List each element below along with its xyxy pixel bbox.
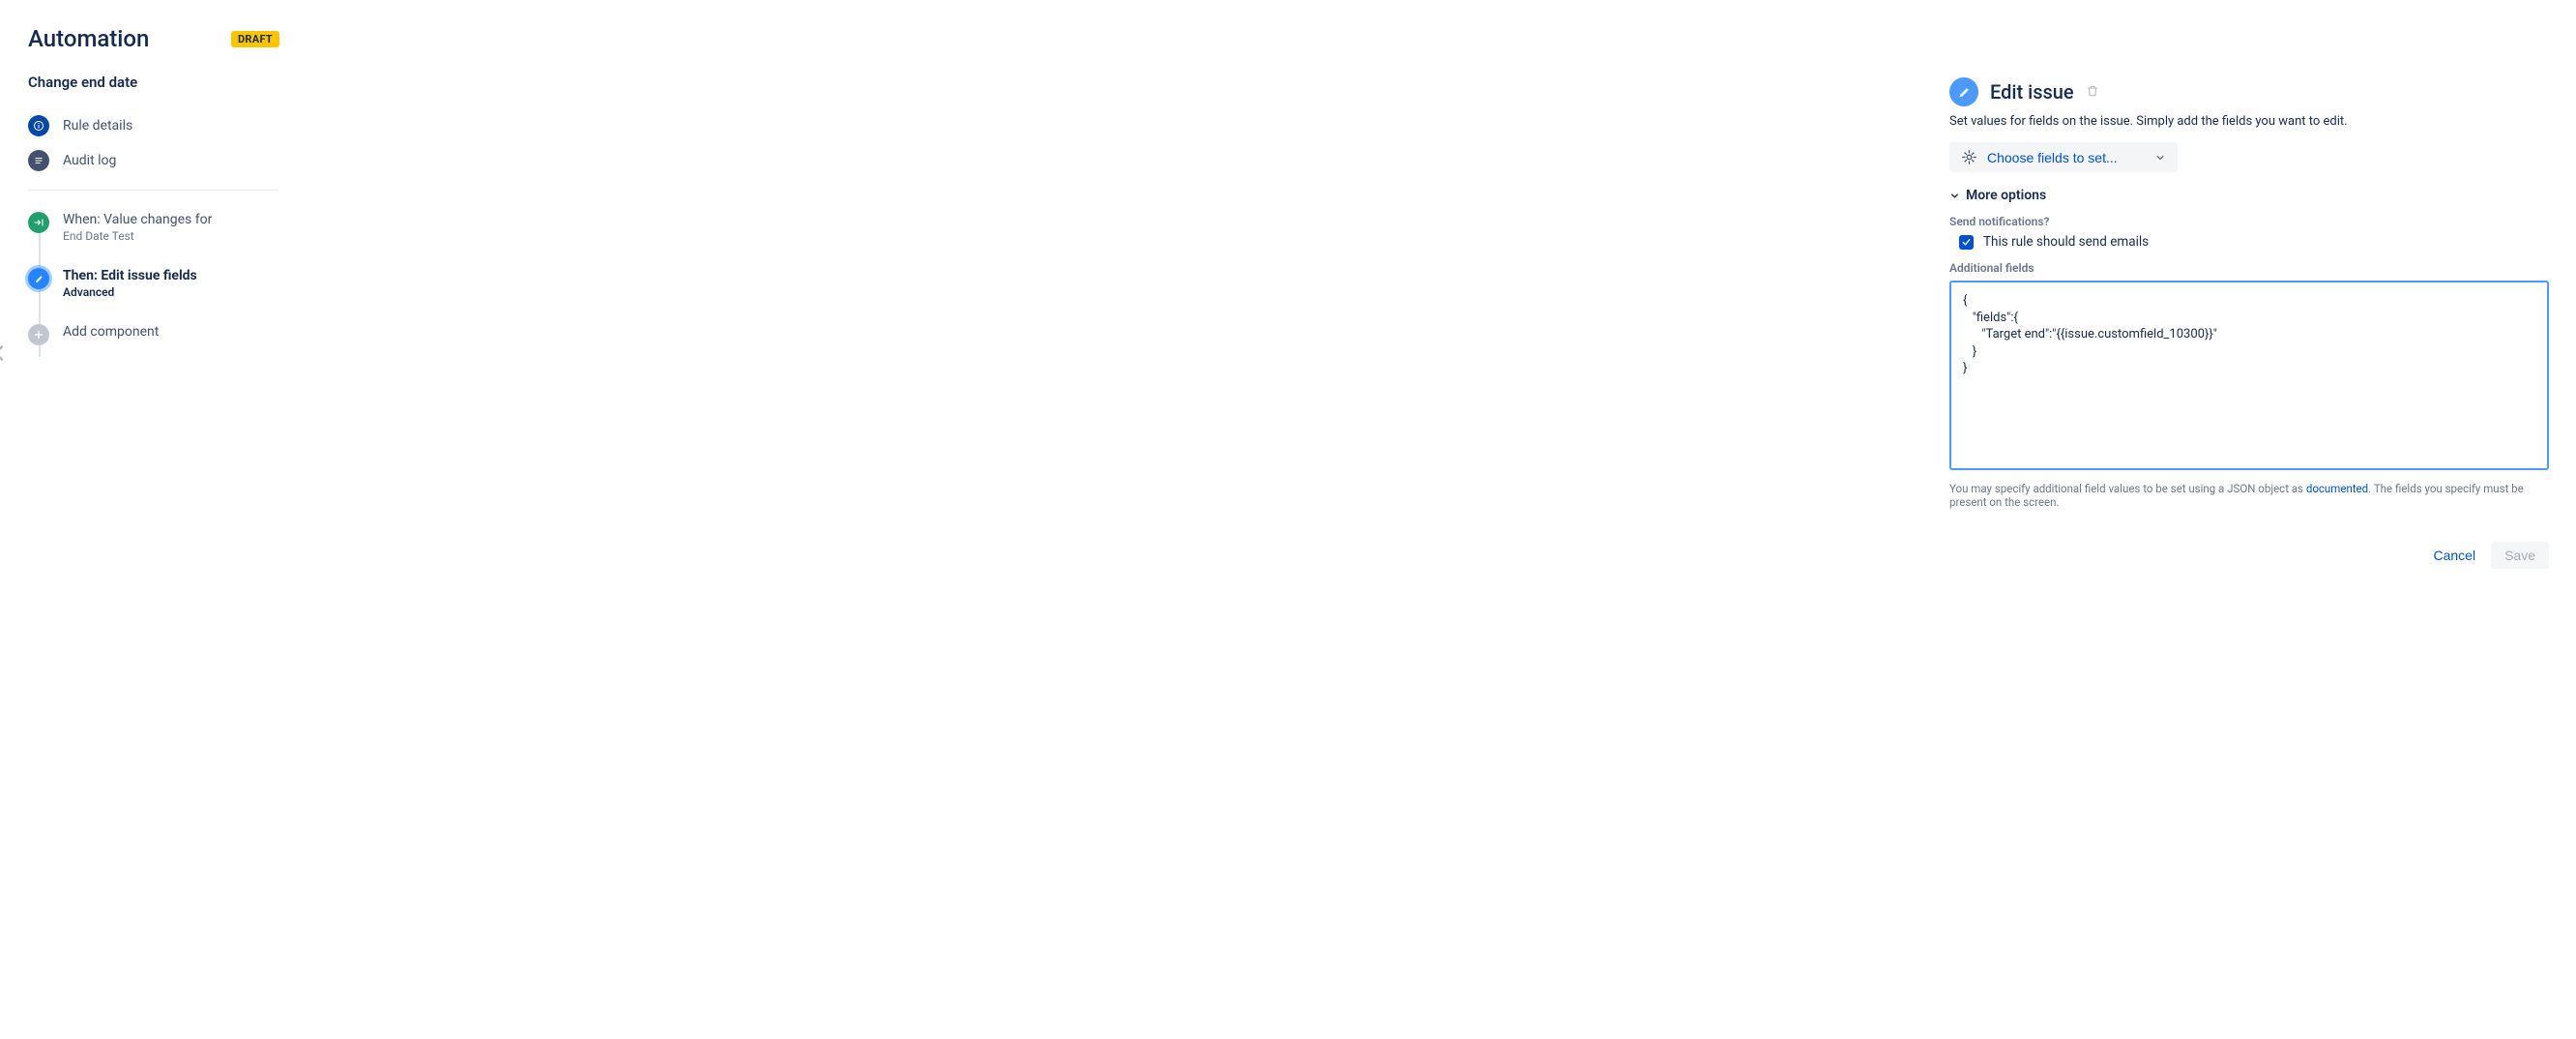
pencil-icon bbox=[28, 268, 49, 289]
choose-fields-button[interactable]: Choose fields to set... bbox=[1949, 142, 2178, 172]
rule-name: Change end date bbox=[28, 74, 307, 91]
plus-icon bbox=[28, 324, 49, 345]
documented-link[interactable]: documented bbox=[2306, 482, 2368, 495]
nav-audit-log-label: Audit log bbox=[63, 153, 116, 168]
chevron-down-icon bbox=[1949, 191, 1960, 201]
notifications-label: Send notifications? bbox=[1949, 215, 2549, 228]
back-chevron-icon[interactable] bbox=[0, 337, 10, 373]
notifications-checkbox-label: This rule should send emails bbox=[1983, 234, 2149, 250]
panel-description: Set values for fields on the issue. Simp… bbox=[1949, 114, 2549, 129]
additional-fields-help: You may specify additional field values … bbox=[1949, 482, 2549, 509]
add-component-step[interactable]: Add component bbox=[28, 320, 307, 367]
additional-fields-label: Additional fields bbox=[1949, 261, 2549, 275]
info-icon bbox=[28, 115, 49, 136]
nav-rule-details-label: Rule details bbox=[63, 118, 132, 134]
divider bbox=[28, 190, 279, 191]
panel-title: Edit issue bbox=[1990, 80, 2074, 104]
list-icon bbox=[28, 150, 49, 171]
choose-fields-label: Choose fields to set... bbox=[1987, 150, 2118, 165]
help-text-before: You may specify additional field values … bbox=[1949, 482, 2306, 495]
gear-icon bbox=[1961, 149, 1977, 165]
trigger-icon bbox=[28, 212, 49, 233]
trigger-sub: End Date Test bbox=[63, 229, 212, 243]
status-badge: DRAFT bbox=[231, 31, 279, 47]
check-icon bbox=[1961, 237, 1972, 248]
save-button: Save bbox=[2491, 542, 2549, 569]
nav-audit-log[interactable]: Audit log bbox=[28, 143, 307, 178]
chevron-down-icon bbox=[2154, 152, 2166, 163]
additional-fields-textarea[interactable] bbox=[1949, 281, 2549, 470]
page-title: Automation bbox=[28, 25, 149, 52]
pencil-icon bbox=[1949, 77, 1978, 106]
more-options-label: More options bbox=[1966, 188, 2046, 203]
action-step[interactable]: Then: Edit issue fields Advanced bbox=[28, 264, 307, 320]
notifications-checkbox[interactable] bbox=[1959, 235, 1974, 250]
nav-rule-details[interactable]: Rule details bbox=[28, 108, 307, 143]
trigger-title: When: Value changes for bbox=[63, 212, 212, 227]
trash-icon[interactable] bbox=[2086, 83, 2099, 102]
more-options-toggle[interactable]: More options bbox=[1949, 188, 2549, 203]
cancel-button[interactable]: Cancel bbox=[2421, 542, 2487, 569]
add-component-label: Add component bbox=[63, 324, 159, 340]
action-title: Then: Edit issue fields bbox=[63, 268, 197, 283]
trigger-step[interactable]: When: Value changes for End Date Test bbox=[28, 208, 307, 264]
action-sub: Advanced bbox=[63, 285, 197, 299]
